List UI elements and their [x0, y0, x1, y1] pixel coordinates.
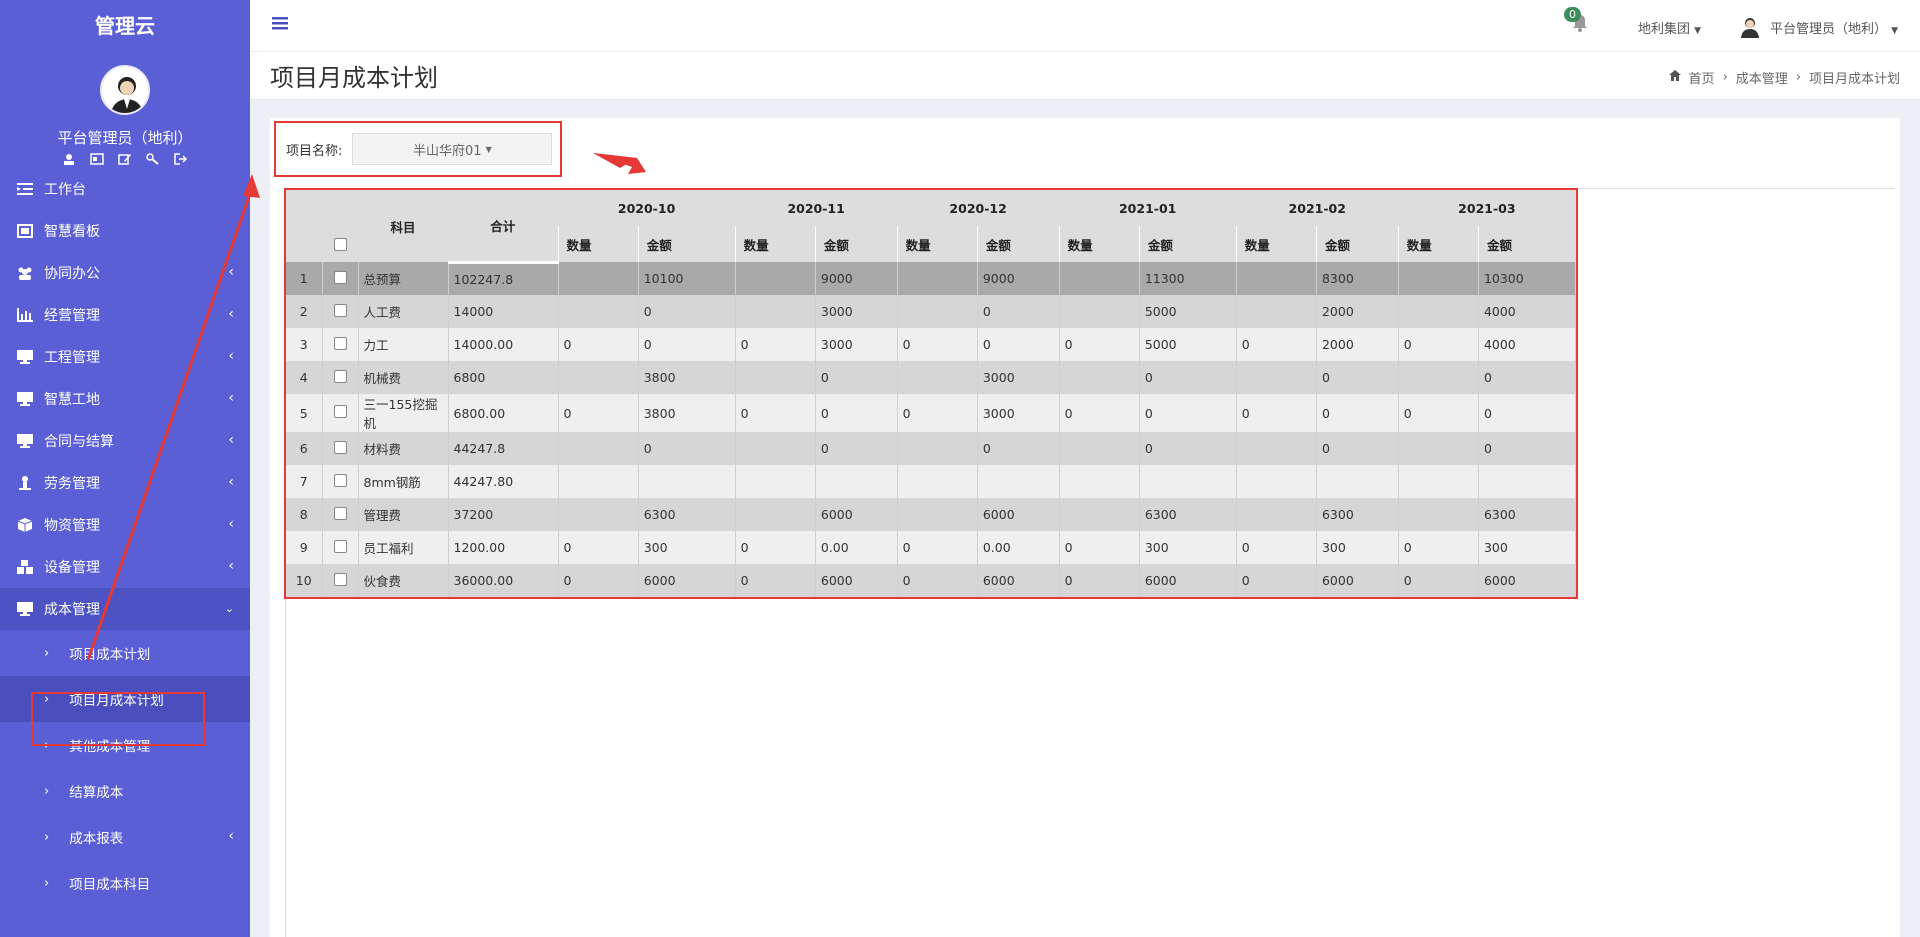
annotation-arrows	[86, 153, 646, 661]
annotation-arrowhead	[243, 174, 260, 198]
annotation-arrow-line	[86, 187, 254, 661]
